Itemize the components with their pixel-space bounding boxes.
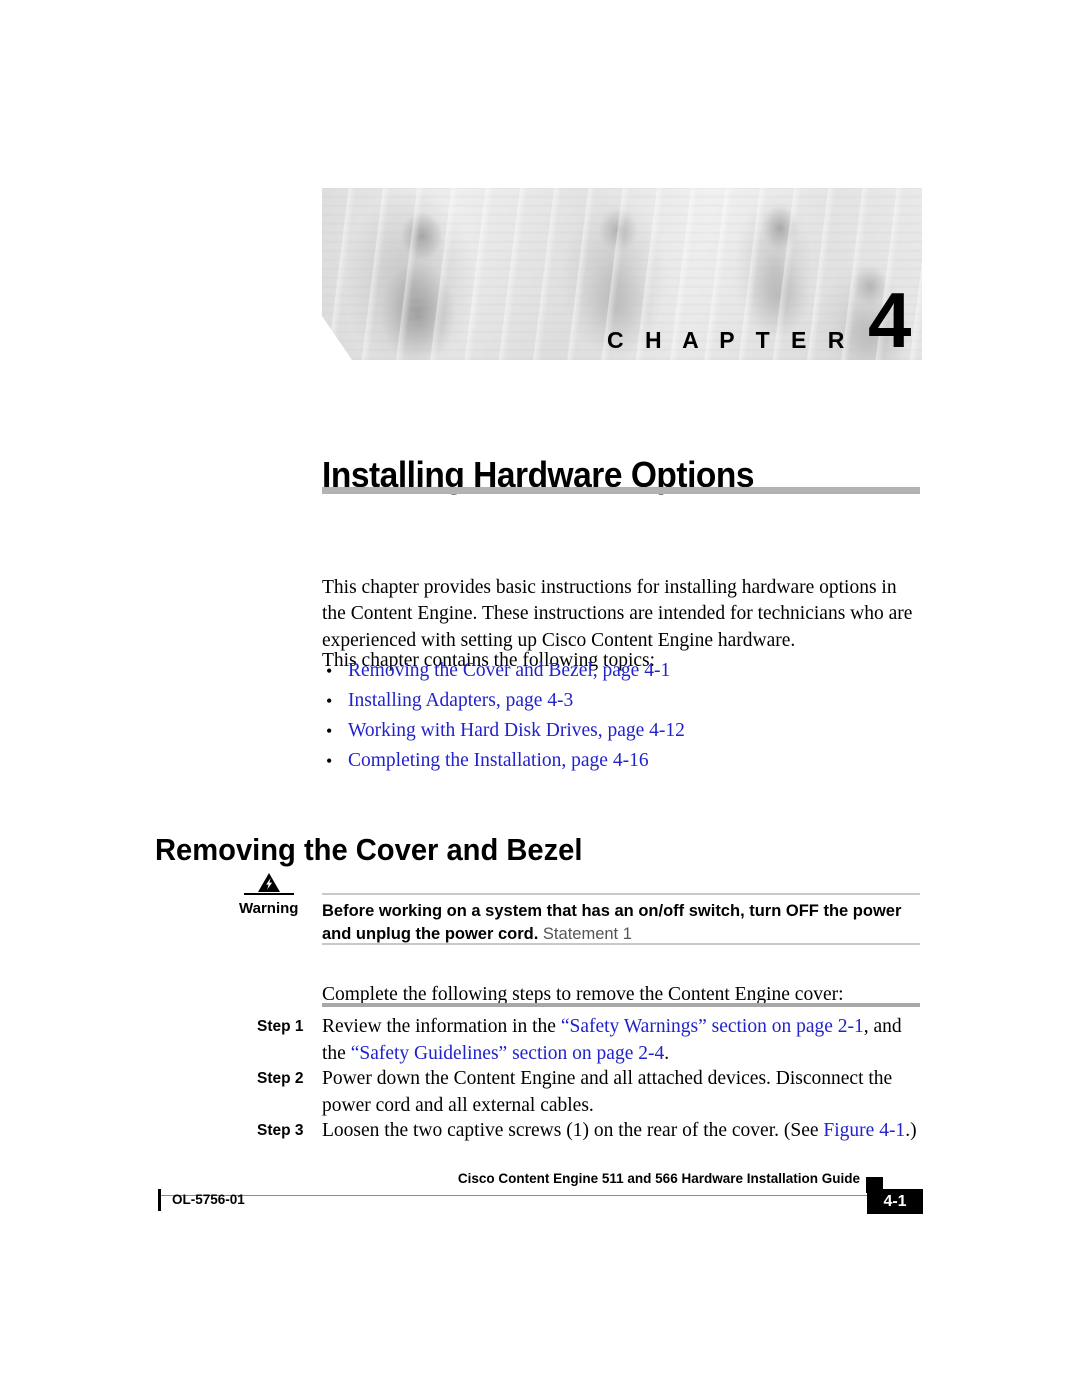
topic-link-label[interactable]: Working with Hard Disk Drives, page 4-12 xyxy=(348,720,685,741)
topic-link-item[interactable]: • Installing Adapters, page 4-3 xyxy=(322,686,922,716)
footer-page-number: 4-1 xyxy=(867,1189,923,1214)
warning-icon-rule xyxy=(244,893,294,895)
topic-link-label[interactable]: Completing the Installation, page 4-16 xyxy=(348,750,649,771)
footer-tick-marker xyxy=(158,1189,161,1211)
step-item: Step 3 Loosen the two captive screws (1)… xyxy=(257,1118,920,1145)
step-text: . xyxy=(664,1042,670,1064)
bullet-icon: • xyxy=(326,721,333,741)
intro-paragraph-1: This chapter provides basic instructions… xyxy=(322,576,913,651)
cross-reference-link[interactable]: “Safety Warnings” section on page 2-1 xyxy=(561,1016,864,1037)
step-label: Step 2 xyxy=(257,1070,304,1087)
step-label: Step 1 xyxy=(257,1018,304,1035)
title-divider xyxy=(322,487,920,494)
step-body: Loosen the two captive screws (1) on the… xyxy=(322,1118,920,1145)
step-text: Power down the Content Engine and all at… xyxy=(322,1068,893,1116)
document-page: C H A P T E R 4 Installing Hardware Opti… xyxy=(0,0,1080,1397)
step-body: Review the information in the “Safety Wa… xyxy=(322,1014,920,1067)
topic-link-item[interactable]: • Completing the Installation, page 4-16 xyxy=(322,746,922,776)
footer-divider xyxy=(158,1195,920,1196)
step-item: Step 1 Review the information in the “Sa… xyxy=(257,1014,920,1067)
bullet-icon: • xyxy=(326,661,333,681)
step-text: Loosen the two captive screws (1) on the… xyxy=(322,1120,824,1141)
chapter-word-label: C H A P T E R xyxy=(607,327,852,353)
warning-text: Before working on a system that has an o… xyxy=(322,900,920,945)
chapter-number: 4 xyxy=(868,276,912,364)
step-item: Step 2 Power down the Content Engine and… xyxy=(257,1066,920,1119)
step-label: Step 3 xyxy=(257,1122,304,1139)
warning-rule-top xyxy=(322,893,920,895)
footer-guide-title: Cisco Content Engine 511 and 566 Hardwar… xyxy=(457,1171,860,1186)
topic-link-label[interactable]: Removing the Cover and Bezel, page 4-1 xyxy=(348,660,670,681)
footer-document-number: OL-5756-01 xyxy=(172,1192,245,1207)
step-body: Power down the Content Engine and all at… xyxy=(322,1066,920,1119)
topic-link-list: • Removing the Cover and Bezel, page 4-1 •… xyxy=(322,656,922,776)
topic-link-label[interactable]: Installing Adapters, page 4-3 xyxy=(348,690,573,711)
warning-statement-number: Statement 1 xyxy=(538,924,632,943)
section-heading: Removing the Cover and Bezel xyxy=(155,831,583,867)
steps-divider xyxy=(322,1003,920,1007)
topic-link-item[interactable]: • Removing the Cover and Bezel, page 4-1 xyxy=(322,656,922,686)
topic-link-item[interactable]: • Working with Hard Disk Drives, page 4-1… xyxy=(322,716,922,746)
warning-rule-bottom xyxy=(322,943,920,945)
step-text: .) xyxy=(905,1120,917,1141)
warning-triangle-lightning-icon xyxy=(257,872,281,893)
bullet-icon: • xyxy=(326,751,333,771)
step-text: Review the information in the xyxy=(322,1016,561,1037)
cross-reference-link[interactable]: Figure 4-1 xyxy=(823,1120,905,1141)
bullet-icon: • xyxy=(326,691,333,711)
cross-reference-link[interactable]: “Safety Guidelines” section on page 2-4 xyxy=(351,1043,665,1064)
warning-label: Warning xyxy=(239,900,299,917)
